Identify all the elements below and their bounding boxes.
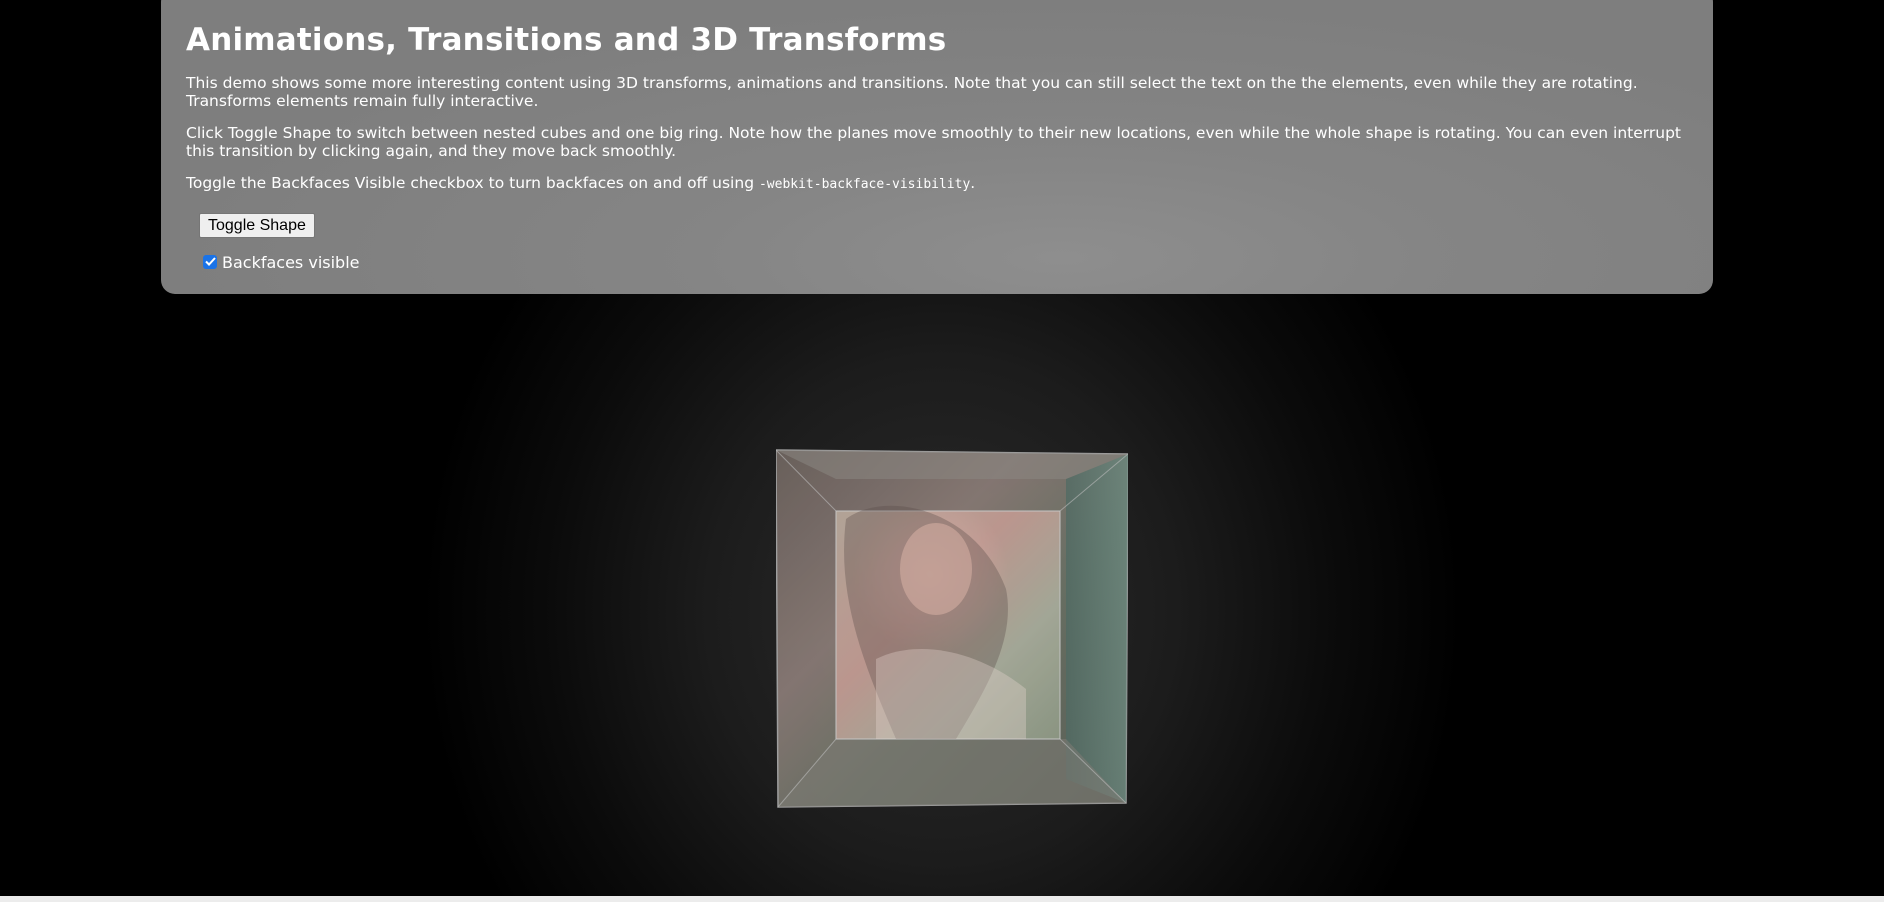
rotating-photo-cube <box>776 449 1128 809</box>
bottom-strip <box>0 896 1884 902</box>
backfaces-label: Backfaces visible <box>222 253 360 272</box>
backface-visibility-code: -webkit-backface-visibility <box>758 177 971 192</box>
backface-text-suffix: . <box>970 174 976 192</box>
toggle-instructions-paragraph: Click Toggle Shape to switch between nes… <box>186 124 1681 160</box>
toggle-shape-button[interactable]: Toggle Shape <box>199 213 315 238</box>
backface-instructions-paragraph: Toggle the Backfaces Visible checkbox to… <box>186 174 1689 194</box>
intro-paragraph: This demo shows some more interesting co… <box>186 74 1638 110</box>
info-panel: Animations, Transitions and 3D Transform… <box>161 0 1713 294</box>
backface-text-prefix: Toggle the Backfaces Visible checkbox to… <box>186 174 759 192</box>
checkmark-icon <box>204 257 216 266</box>
backfaces-visible-toggle[interactable]: Backfaces visible <box>203 253 359 272</box>
photo-cube-image <box>776 449 1128 808</box>
page-title: Animations, Transitions and 3D Transform… <box>186 22 947 58</box>
backfaces-checkbox[interactable] <box>203 254 217 269</box>
